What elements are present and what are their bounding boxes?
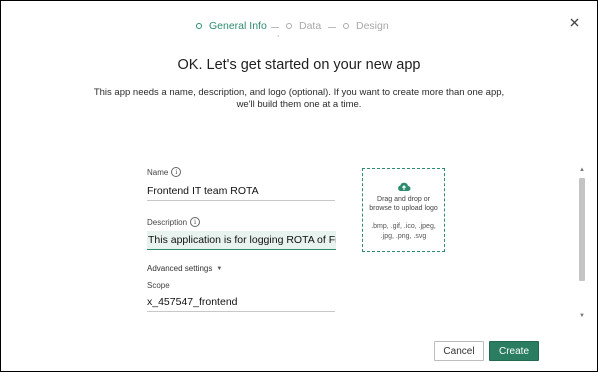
upload-formats: .bmp, .gif, .ico, .jpeg, .jpg, .png, .sv… xyxy=(363,222,444,242)
logo-upload-dropzone[interactable]: Drag and drop or browse to upload logo .… xyxy=(362,168,445,252)
upload-instructions: Drag and drop or browse to upload logo xyxy=(363,195,444,213)
create-app-dialog: General Info Data Design , OK. Let's get… xyxy=(0,0,598,372)
info-icon[interactable]: i xyxy=(190,217,201,227)
cloud-upload-icon xyxy=(363,181,444,193)
page-subtitle: This app needs a name, description, and … xyxy=(93,87,505,110)
description-input[interactable] xyxy=(147,231,336,250)
name-label-text: Name xyxy=(147,167,169,177)
close-icon[interactable] xyxy=(567,15,581,29)
name-field-label: Name i xyxy=(147,167,335,177)
scroll-up-icon[interactable]: ▲ xyxy=(578,166,586,174)
advanced-settings-label: Advanced settings xyxy=(147,264,213,273)
scope-field-label: Scope xyxy=(147,281,335,290)
step-circle-icon xyxy=(343,23,349,29)
scrollbar[interactable]: ▲ ▼ xyxy=(578,166,586,320)
advanced-settings-toggle[interactable]: Advanced settings ▼ xyxy=(147,264,335,273)
app-form: Name i Description i Advanced settings ▼… xyxy=(147,167,336,312)
caret-down-icon: ▼ xyxy=(216,265,223,272)
step-circle-icon xyxy=(286,23,292,29)
create-button[interactable]: Create xyxy=(489,341,539,361)
formats-line-2: .jpg, .png, .svg xyxy=(380,233,427,240)
scope-label-text: Scope xyxy=(147,281,170,290)
description-field-label: Description i xyxy=(147,217,335,227)
formats-line-1: .bmp, .gif, .ico, .jpeg, xyxy=(371,223,436,230)
step-circle-icon xyxy=(196,23,202,29)
step-data[interactable]: Data xyxy=(286,20,321,32)
wizard-stepper: General Info Data Design , xyxy=(1,20,597,38)
step-label: General Info xyxy=(209,20,267,32)
step-general-info[interactable]: General Info xyxy=(196,20,267,32)
cancel-button[interactable]: Cancel xyxy=(434,341,484,361)
step-label: Data xyxy=(299,20,322,32)
page-title: OK. Let's get started on your new app xyxy=(177,57,421,73)
scroll-thumb[interactable] xyxy=(579,178,585,281)
scroll-down-icon[interactable]: ▼ xyxy=(578,312,586,320)
upload-line-2: browse to upload logo xyxy=(369,205,438,212)
description-label-text: Description xyxy=(147,217,188,227)
name-input[interactable] xyxy=(147,182,335,201)
scope-input[interactable] xyxy=(147,293,335,312)
info-icon[interactable]: i xyxy=(171,167,182,177)
step-label: Design xyxy=(356,20,389,32)
step-design[interactable]: Design xyxy=(343,20,389,32)
step-connector xyxy=(271,27,279,28)
upload-line-1: Drag and drop or xyxy=(377,196,430,203)
step-connector xyxy=(328,27,336,28)
step-marker: , xyxy=(277,29,280,38)
